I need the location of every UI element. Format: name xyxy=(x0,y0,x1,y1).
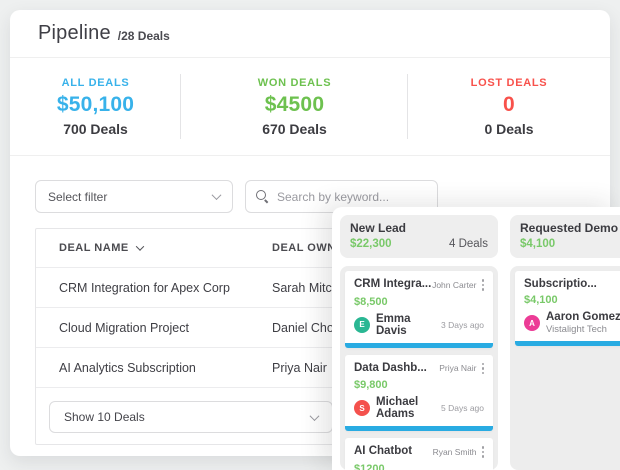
kanban-column-requested-demo: Requested Demo $4,100 Subscriptio... $4,… xyxy=(510,215,620,470)
kanban-column-new-lead: New Lead $22,300 4 Deals CRM Integra... … xyxy=(340,215,498,470)
deal-card-age: 3 Days ago xyxy=(441,319,484,330)
column-header-deal-name[interactable]: DEAL NAME xyxy=(36,242,249,254)
kanban-column-total: $4,100 xyxy=(520,238,556,250)
deal-card[interactable]: CRM Integra... John Carter $8,500 E Emma… xyxy=(345,271,493,348)
kanban-column-count: 4 Deals xyxy=(449,238,488,250)
deal-card[interactable]: Data Dashb... Priya Nair $9,800 S Michae… xyxy=(345,354,493,431)
deal-name-cell: Cloud Migration Project xyxy=(59,320,189,335)
stat-count: 700 Deals xyxy=(63,120,128,137)
deal-count-subtitle: /28 Deals xyxy=(117,28,170,43)
deal-card-title: CRM Integra... xyxy=(354,278,432,290)
page-size-select[interactable]: Show 10 Deals xyxy=(49,401,333,433)
sort-chevron-icon xyxy=(135,242,144,251)
stat-value: $50,100 xyxy=(56,92,135,116)
deal-card-age: 5 Days ago xyxy=(441,403,484,413)
filter-select-value: Select filter xyxy=(48,189,108,204)
kanban-column-title: New Lead xyxy=(350,221,407,235)
deal-card[interactable]: Subscriptio... $4,100 A Aaron Gomez Vist… xyxy=(515,271,620,346)
deal-name-cell: CRM Integration for Apex Corp xyxy=(59,280,230,295)
contact-name: Aaron Gomez xyxy=(546,311,620,323)
deal-card-amount: $8,500 xyxy=(354,295,388,308)
kanban-column-total: $22,300 xyxy=(350,238,392,250)
card-menu-icon[interactable] xyxy=(481,445,484,459)
deal-card-owner: Priya Nair xyxy=(439,363,477,374)
contact-company: Vistalight Tech xyxy=(546,324,607,335)
stats-row: ALL DEALS $50,100 700 Deals WON DEALS $4… xyxy=(10,58,610,156)
card-menu-icon[interactable] xyxy=(481,362,484,376)
search-icon xyxy=(256,190,269,203)
stat-value: 0 xyxy=(503,92,515,116)
page-header: Pipeline /28 Deals xyxy=(10,10,610,58)
card-menu-icon[interactable] xyxy=(481,278,484,292)
kanban-column-body: Subscriptio... $4,100 A Aaron Gomez Vist… xyxy=(510,266,620,470)
deal-card-owner: John Carter xyxy=(432,279,477,290)
stat-won-deals: WON DEALS $4500 670 Deals xyxy=(181,58,408,155)
avatar: S xyxy=(354,400,370,416)
kanban-column-header: New Lead $22,300 4 Deals xyxy=(340,215,498,258)
deal-card[interactable]: AI Chatbot Ryan Smith $1200 H Hane Doe 1… xyxy=(345,438,493,470)
filter-select[interactable]: Select filter xyxy=(35,180,233,213)
deal-card-title: Data Dashb... xyxy=(354,361,427,374)
kanban-column-title: Requested Demo xyxy=(520,221,619,235)
page-title: Pipeline xyxy=(38,22,111,44)
stat-value: $4500 xyxy=(264,92,325,116)
deal-card-amount: $9,800 xyxy=(354,379,388,391)
stat-label: ALL DEALS xyxy=(61,76,130,89)
stat-count: 0 Deals xyxy=(484,120,534,137)
avatar: E xyxy=(354,316,370,333)
chevron-down-icon xyxy=(309,410,320,421)
contact-name: Emma Davis xyxy=(376,312,411,337)
deal-card-title: AI Chatbot xyxy=(354,445,413,457)
deal-name-cell: AI Analytics Subscription xyxy=(59,360,196,375)
deal-card-title: Subscriptio... xyxy=(524,278,597,290)
chevron-down-icon xyxy=(211,190,222,201)
deal-card-amount: $1200 xyxy=(354,462,385,470)
page-size-value: Show 10 Deals xyxy=(64,410,145,424)
contact-name: Michael Adams xyxy=(376,396,419,420)
kanban-column-body: CRM Integra... John Carter $8,500 E Emma… xyxy=(340,266,498,470)
avatar: A xyxy=(524,315,540,331)
stat-all-deals: ALL DEALS $50,100 700 Deals xyxy=(10,58,181,155)
deal-card-owner: Ryan Smith xyxy=(432,446,477,457)
kanban-column-header: Requested Demo $4,100 xyxy=(510,215,620,258)
stat-count: 670 Deals xyxy=(262,120,327,137)
stat-lost-deals: LOST DEALS 0 0 Deals xyxy=(408,58,610,155)
search-input[interactable] xyxy=(277,189,432,204)
stat-label: WON DEALS xyxy=(257,76,332,89)
kanban-overlay: New Lead $22,300 4 Deals CRM Integra... … xyxy=(332,207,620,470)
deal-card-amount: $4,100 xyxy=(524,294,558,306)
stat-label: LOST DEALS xyxy=(470,76,548,89)
